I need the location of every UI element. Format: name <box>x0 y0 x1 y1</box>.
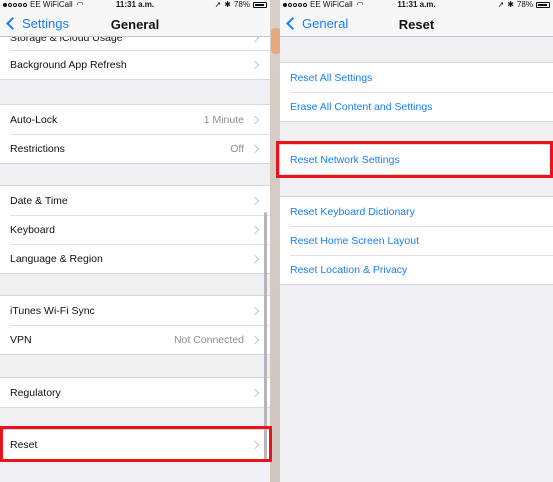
reset-all-settings-row[interactable]: Reset All Settings <box>280 63 553 92</box>
erase-all-content-label: Erase All Content and Settings <box>290 100 433 113</box>
chevron-right-icon <box>250 335 260 344</box>
back-button-label: General <box>302 16 349 31</box>
reset-network-settings-row[interactable]: Reset Network Settings <box>280 145 553 174</box>
chevron-right-icon <box>250 306 260 315</box>
back-button-label: Settings <box>22 16 69 31</box>
regulatory-row[interactable]: Regulatory <box>0 378 270 407</box>
status-bar: EE WiFiCall ◠ 11:31 a.m. ➚ ✱ 78% <box>0 0 270 10</box>
keyboard-label: Keyboard <box>10 223 55 236</box>
battery-icon <box>253 2 267 8</box>
location-icon: ➚ <box>214 0 222 9</box>
reset-home-screen-layout-label: Reset Home Screen Layout <box>290 234 419 247</box>
erase-all-content-row[interactable]: Erase All Content and Settings <box>280 92 553 121</box>
chevron-right-icon <box>250 225 260 234</box>
regulatory-group: Regulatory <box>0 377 270 408</box>
restrictions-label: Restrictions <box>10 142 65 155</box>
scrollbar[interactable] <box>264 212 267 462</box>
vpn-value: Not Connected <box>173 333 244 346</box>
chevron-right-icon <box>250 144 260 153</box>
keyboard-row[interactable]: Keyboard <box>0 215 270 244</box>
reset-other-group: Reset Keyboard Dictionary Reset Home Scr… <box>280 196 553 285</box>
general-settings-screen: Storage & iCloud Usage Background App Re… <box>0 0 270 482</box>
chevron-left-icon <box>6 17 19 30</box>
reset-keyboard-dictionary-row[interactable]: Reset Keyboard Dictionary <box>280 197 553 226</box>
auto-lock-row[interactable]: Auto-Lock 1 Minute <box>0 105 270 134</box>
chevron-right-icon <box>250 388 260 397</box>
back-button-general[interactable]: General <box>286 16 348 31</box>
status-right: ➚ ✱ 78% <box>215 0 267 10</box>
lock-group: Auto-Lock 1 Minute Restrictions Off <box>0 104 270 164</box>
reset-all-settings-label: Reset All Settings <box>290 71 373 84</box>
language-region-row[interactable]: Language & Region <box>0 244 270 273</box>
back-button-settings[interactable]: Settings <box>6 16 69 31</box>
vpn-label: VPN <box>10 333 32 346</box>
navigation-bar: Settings General <box>0 10 270 37</box>
date-time-row[interactable]: Date & Time <box>0 186 270 215</box>
vpn-row[interactable]: VPN Not Connected <box>0 325 270 354</box>
restrictions-value: Off <box>230 142 244 155</box>
language-region-label: Language & Region <box>10 252 103 265</box>
auto-lock-value: 1 Minute <box>203 113 244 126</box>
chevron-right-icon <box>250 440 260 449</box>
status-right: ➚ ✱ 78% <box>498 0 550 10</box>
background-app-refresh-row[interactable]: Background App Refresh <box>0 50 270 79</box>
reset-all-group: Reset All Settings Erase All Content and… <box>280 62 553 122</box>
chevron-left-icon <box>286 17 299 30</box>
auto-lock-label: Auto-Lock <box>10 113 58 126</box>
battery-icon <box>536 2 550 8</box>
reset-row[interactable]: Reset <box>0 430 270 459</box>
date-time-label: Date & Time <box>10 194 68 207</box>
reset-keyboard-dictionary-label: Reset Keyboard Dictionary <box>290 205 415 218</box>
reset-location-privacy-label: Reset Location & Privacy <box>290 263 408 276</box>
background-app-refresh-label: Background App Refresh <box>10 58 127 71</box>
location-icon: ➚ <box>497 0 505 9</box>
bluetooth-icon: ✱ <box>224 0 231 9</box>
reset-group: Reset <box>0 429 270 460</box>
bluetooth-icon: ✱ <box>507 0 514 9</box>
reset-network-settings-label: Reset Network Settings <box>290 153 400 166</box>
reset-home-screen-layout-row[interactable]: Reset Home Screen Layout <box>280 226 553 255</box>
sync-group: iTunes Wi-Fi Sync VPN Not Connected <box>0 295 270 355</box>
status-bar: EE WiFiCall ◠ 11:31 a.m. ➚ ✱ 78% <box>280 0 553 10</box>
chevron-right-icon <box>250 254 260 263</box>
reset-label: Reset <box>10 438 38 451</box>
background-strip <box>270 0 280 482</box>
reset-screen: Reset All Settings Erase All Content and… <box>280 0 553 482</box>
reset-location-privacy-row[interactable]: Reset Location & Privacy <box>280 255 553 284</box>
restrictions-row[interactable]: Restrictions Off <box>0 134 270 163</box>
battery-percent: 78% <box>233 0 250 9</box>
chevron-right-icon <box>250 115 260 124</box>
battery-percent: 78% <box>516 0 533 9</box>
navigation-bar: General Reset <box>280 10 553 37</box>
chevron-right-icon <box>250 60 260 69</box>
locale-group: Date & Time Keyboard Language & Region <box>0 185 270 274</box>
reset-network-group: Reset Network Settings <box>280 144 553 175</box>
itunes-wifi-sync-row[interactable]: iTunes Wi-Fi Sync <box>0 296 270 325</box>
itunes-wifi-sync-label: iTunes Wi-Fi Sync <box>10 304 95 317</box>
regulatory-label: Regulatory <box>10 386 61 399</box>
chevron-right-icon <box>250 196 260 205</box>
